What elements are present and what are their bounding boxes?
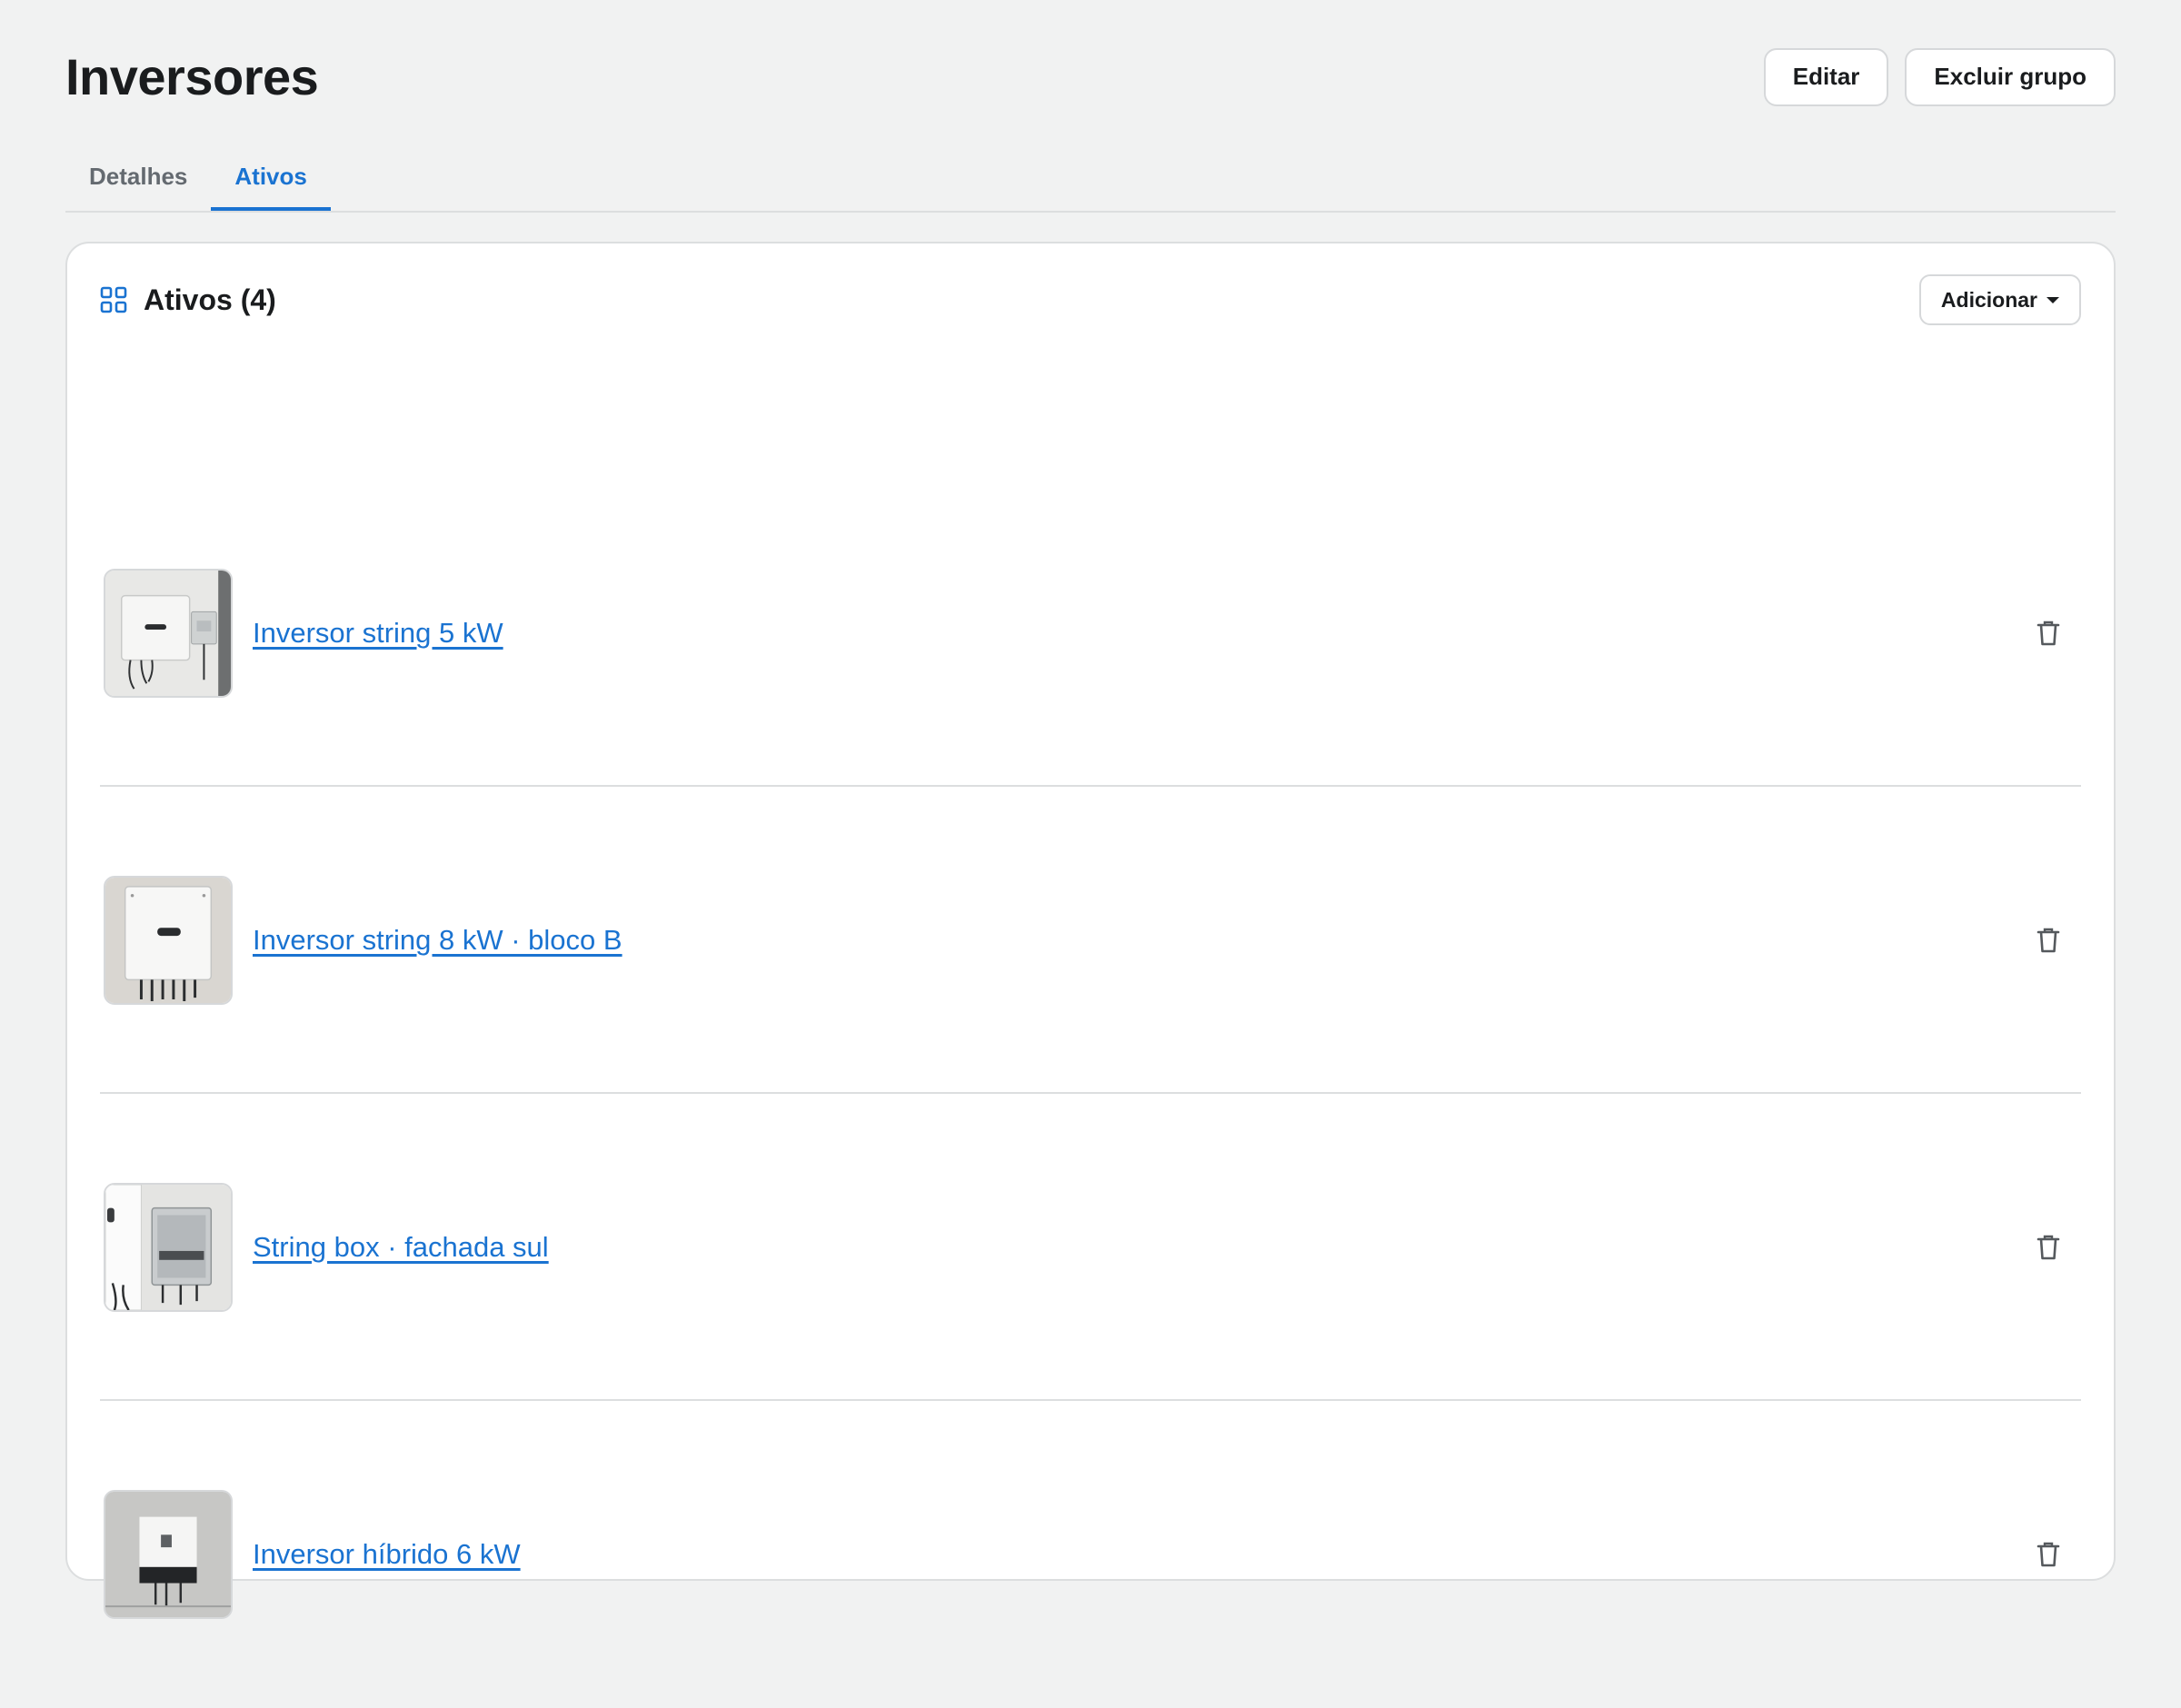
trash-icon[interactable] <box>2027 1533 2070 1576</box>
string-box-thumbnail[interactable] <box>104 1183 233 1312</box>
tab-detalhes[interactable]: Detalhes <box>65 145 211 211</box>
inverter-thumbnail[interactable] <box>104 876 233 1005</box>
trash-icon[interactable] <box>2027 919 2070 962</box>
header-actions: Editar Excluir grupo <box>1763 47 2116 106</box>
grid-icon <box>100 286 127 313</box>
asset-row: String box · fachada sul <box>100 1094 2081 1401</box>
trash-icon[interactable] <box>2027 611 2070 655</box>
asset-link[interactable]: Inversor híbrido 6 kW <box>253 1538 521 1571</box>
hybrid-inverter-thumbnail[interactable] <box>104 1490 233 1619</box>
page-header: Inversores Editar Excluir grupo <box>65 47 2116 106</box>
tab-ativos[interactable]: Ativos <box>211 145 331 211</box>
assets-panel-title: Ativos (4) <box>144 283 276 316</box>
assets-panel-header: Ativos (4) Adicionar <box>100 274 2081 325</box>
asset-row: Inversor híbrido 6 kW <box>100 1401 2081 1708</box>
asset-row: Inversor string 8 kW · bloco B <box>100 787 2081 1094</box>
trash-icon[interactable] <box>2027 1226 2070 1269</box>
page: Inversores Editar Excluir grupo Detalhes… <box>0 0 2181 1635</box>
page-title: Inversores <box>65 48 319 105</box>
add-dropdown-button[interactable]: Adicionar <box>1918 274 2081 325</box>
asset-link[interactable]: Inversor string 8 kW · bloco B <box>253 924 622 957</box>
inverter-with-breaker-thumbnail[interactable] <box>104 569 233 698</box>
assets-panel-title-wrap: Ativos (4) <box>100 283 276 317</box>
asset-link[interactable]: String box · fachada sul <box>253 1231 549 1264</box>
edit-button[interactable]: Editar <box>1763 47 1889 106</box>
asset-link[interactable]: Inversor string 5 kW <box>253 617 503 650</box>
assets-panel: Ativos (4) Adicionar Inversor string 5 k… <box>65 242 2116 1619</box>
add-button-label: Adicionar <box>1940 287 2037 312</box>
caret-down-icon <box>2047 296 2059 303</box>
asset-row: Inversor string 5 kW <box>100 480 2081 787</box>
delete-group-button[interactable]: Excluir grupo <box>1905 47 2116 106</box>
tab-bar: Detalhes Ativos <box>65 145 2116 213</box>
